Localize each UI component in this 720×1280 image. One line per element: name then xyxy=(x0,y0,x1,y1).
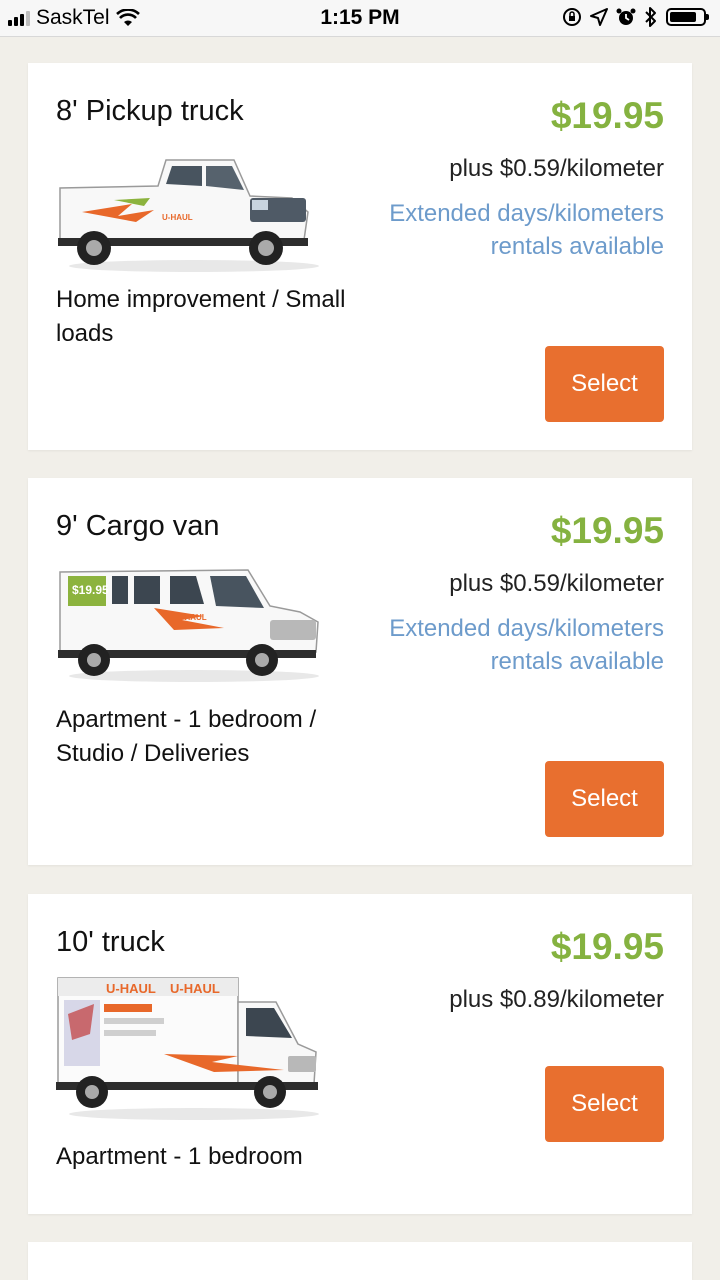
box-truck-image: U-HAUL U-HAUL xyxy=(56,977,319,1120)
select-button[interactable]: Select xyxy=(545,1066,664,1142)
status-bar: SaskTel 1:15 PM xyxy=(0,0,720,37)
vehicle-rate: plus $0.89/kilometer xyxy=(449,986,664,1013)
vehicle-title: 10' truck xyxy=(56,926,165,958)
svg-text:$19.95: $19.95 xyxy=(72,583,109,597)
cargo-van-image: $19.95 U-HAUL xyxy=(58,569,319,682)
select-button[interactable]: Select xyxy=(545,761,664,837)
vehicle-card-pickup: 8' Pickup truck U-HAUL Home improvement … xyxy=(28,63,692,450)
svg-text:U-HAUL: U-HAUL xyxy=(176,613,207,622)
vehicle-card-cargo-van: 9' Cargo van $19.95 U-HAUL Apartment - 1… xyxy=(28,478,692,865)
svg-text:U-HAUL: U-HAUL xyxy=(106,981,156,996)
vehicle-price: $19.95 xyxy=(550,926,664,967)
bluetooth-icon xyxy=(645,7,656,27)
location-icon xyxy=(590,8,608,26)
select-button[interactable]: Select xyxy=(545,346,664,422)
vehicle-description: Apartment - 1 bedroom / Studio / Deliver… xyxy=(56,706,317,767)
vehicle-price: $19.95 xyxy=(550,95,664,136)
pickup-truck-image: U-HAUL xyxy=(58,159,319,272)
vehicle-rate: plus $0.59/kilometer xyxy=(449,570,664,597)
vehicle-title: 8' Pickup truck xyxy=(56,95,244,127)
vehicle-card-next xyxy=(28,1242,692,1280)
vehicle-title: 9' Cargo van xyxy=(56,510,220,542)
vehicle-description: Apartment - 1 bedroom xyxy=(56,1143,303,1170)
vehicle-card-box-truck: 10' truck U-HAUL U-HAUL Apartment - 1 be… xyxy=(28,894,692,1214)
vehicle-description: Home improvement / Small loads xyxy=(56,286,346,347)
vehicle-price: $19.95 xyxy=(550,510,664,551)
extended-rentals-link[interactable]: Extended days/kilometers rentals availab… xyxy=(364,612,664,678)
alarm-icon xyxy=(616,8,636,25)
svg-text:U-HAUL: U-HAUL xyxy=(170,981,220,996)
extended-rentals-link[interactable]: Extended days/kilometers rentals availab… xyxy=(364,197,664,263)
svg-text:U-HAUL: U-HAUL xyxy=(162,213,193,222)
rotation-lock-icon xyxy=(563,8,581,26)
vehicle-rate: plus $0.59/kilometer xyxy=(449,155,664,182)
battery-icon xyxy=(666,8,709,26)
